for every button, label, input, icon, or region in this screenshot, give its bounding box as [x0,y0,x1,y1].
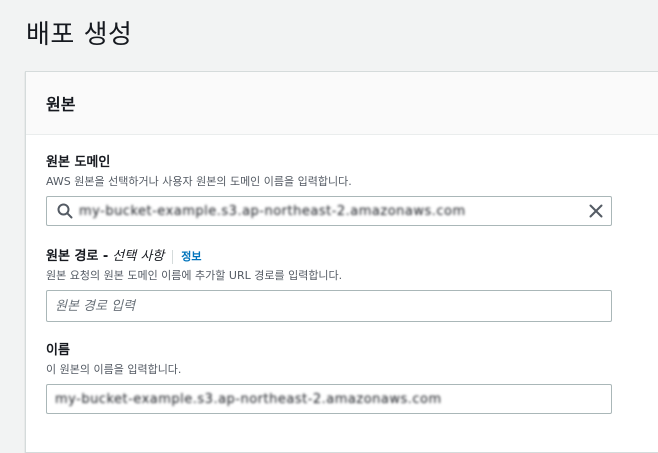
origin-domain-label: 원본 도메인 [46,155,111,170]
origin-domain-input[interactable] [79,198,581,224]
origin-panel-header: 원본 [26,72,658,135]
origin-path-input[interactable] [47,293,611,319]
origin-domain-input-box[interactable] [46,196,612,226]
origin-path-description: 원본 요청의 원본 도메인 이름에 추가할 URL 경로를 입력합니다. [46,269,343,282]
origin-path-optional-label: 선택 사항 [112,249,165,264]
origin-path-info-link[interactable]: 정보 [181,248,201,266]
origin-name-label: 이름 [46,343,70,358]
origin-panel-title: 원본 [46,95,76,114]
origin-domain-field: 원본 도메인 AWS 원본을 선택하거나 사용자 원본의 도메인 이름을 입력합… [46,154,612,226]
origin-path-label: 원본 경로 - [46,249,109,264]
info-divider [172,250,174,264]
close-icon[interactable] [581,197,611,225]
origin-domain-description: AWS 원본을 선택하거나 사용자 원본의 도메인 이름을 입력합니다. [46,175,352,188]
origin-path-input-box[interactable] [46,290,612,322]
origin-name-description: 이 원본의 이름을 입력합니다. [46,363,182,376]
origin-panel: 원본 원본 도메인 AWS 원본을 선택하거나 사용자 원본의 도메인 이름을 … [25,71,658,453]
page-title: 배포 생성 [26,20,133,50]
search-icon [51,196,79,226]
origin-path-field: 원본 경로 - 선택 사항 정보 원본 요청의 원본 도메인 이름에 추가할 U… [46,248,612,322]
origin-name-input[interactable] [47,386,611,412]
origin-name-input-box[interactable] [46,384,612,414]
origin-name-field: 이름 이 원본의 이름을 입력합니다. [46,342,612,414]
origin-path-label-row: 원본 경로 - 선택 사항 정보 [46,248,612,266]
